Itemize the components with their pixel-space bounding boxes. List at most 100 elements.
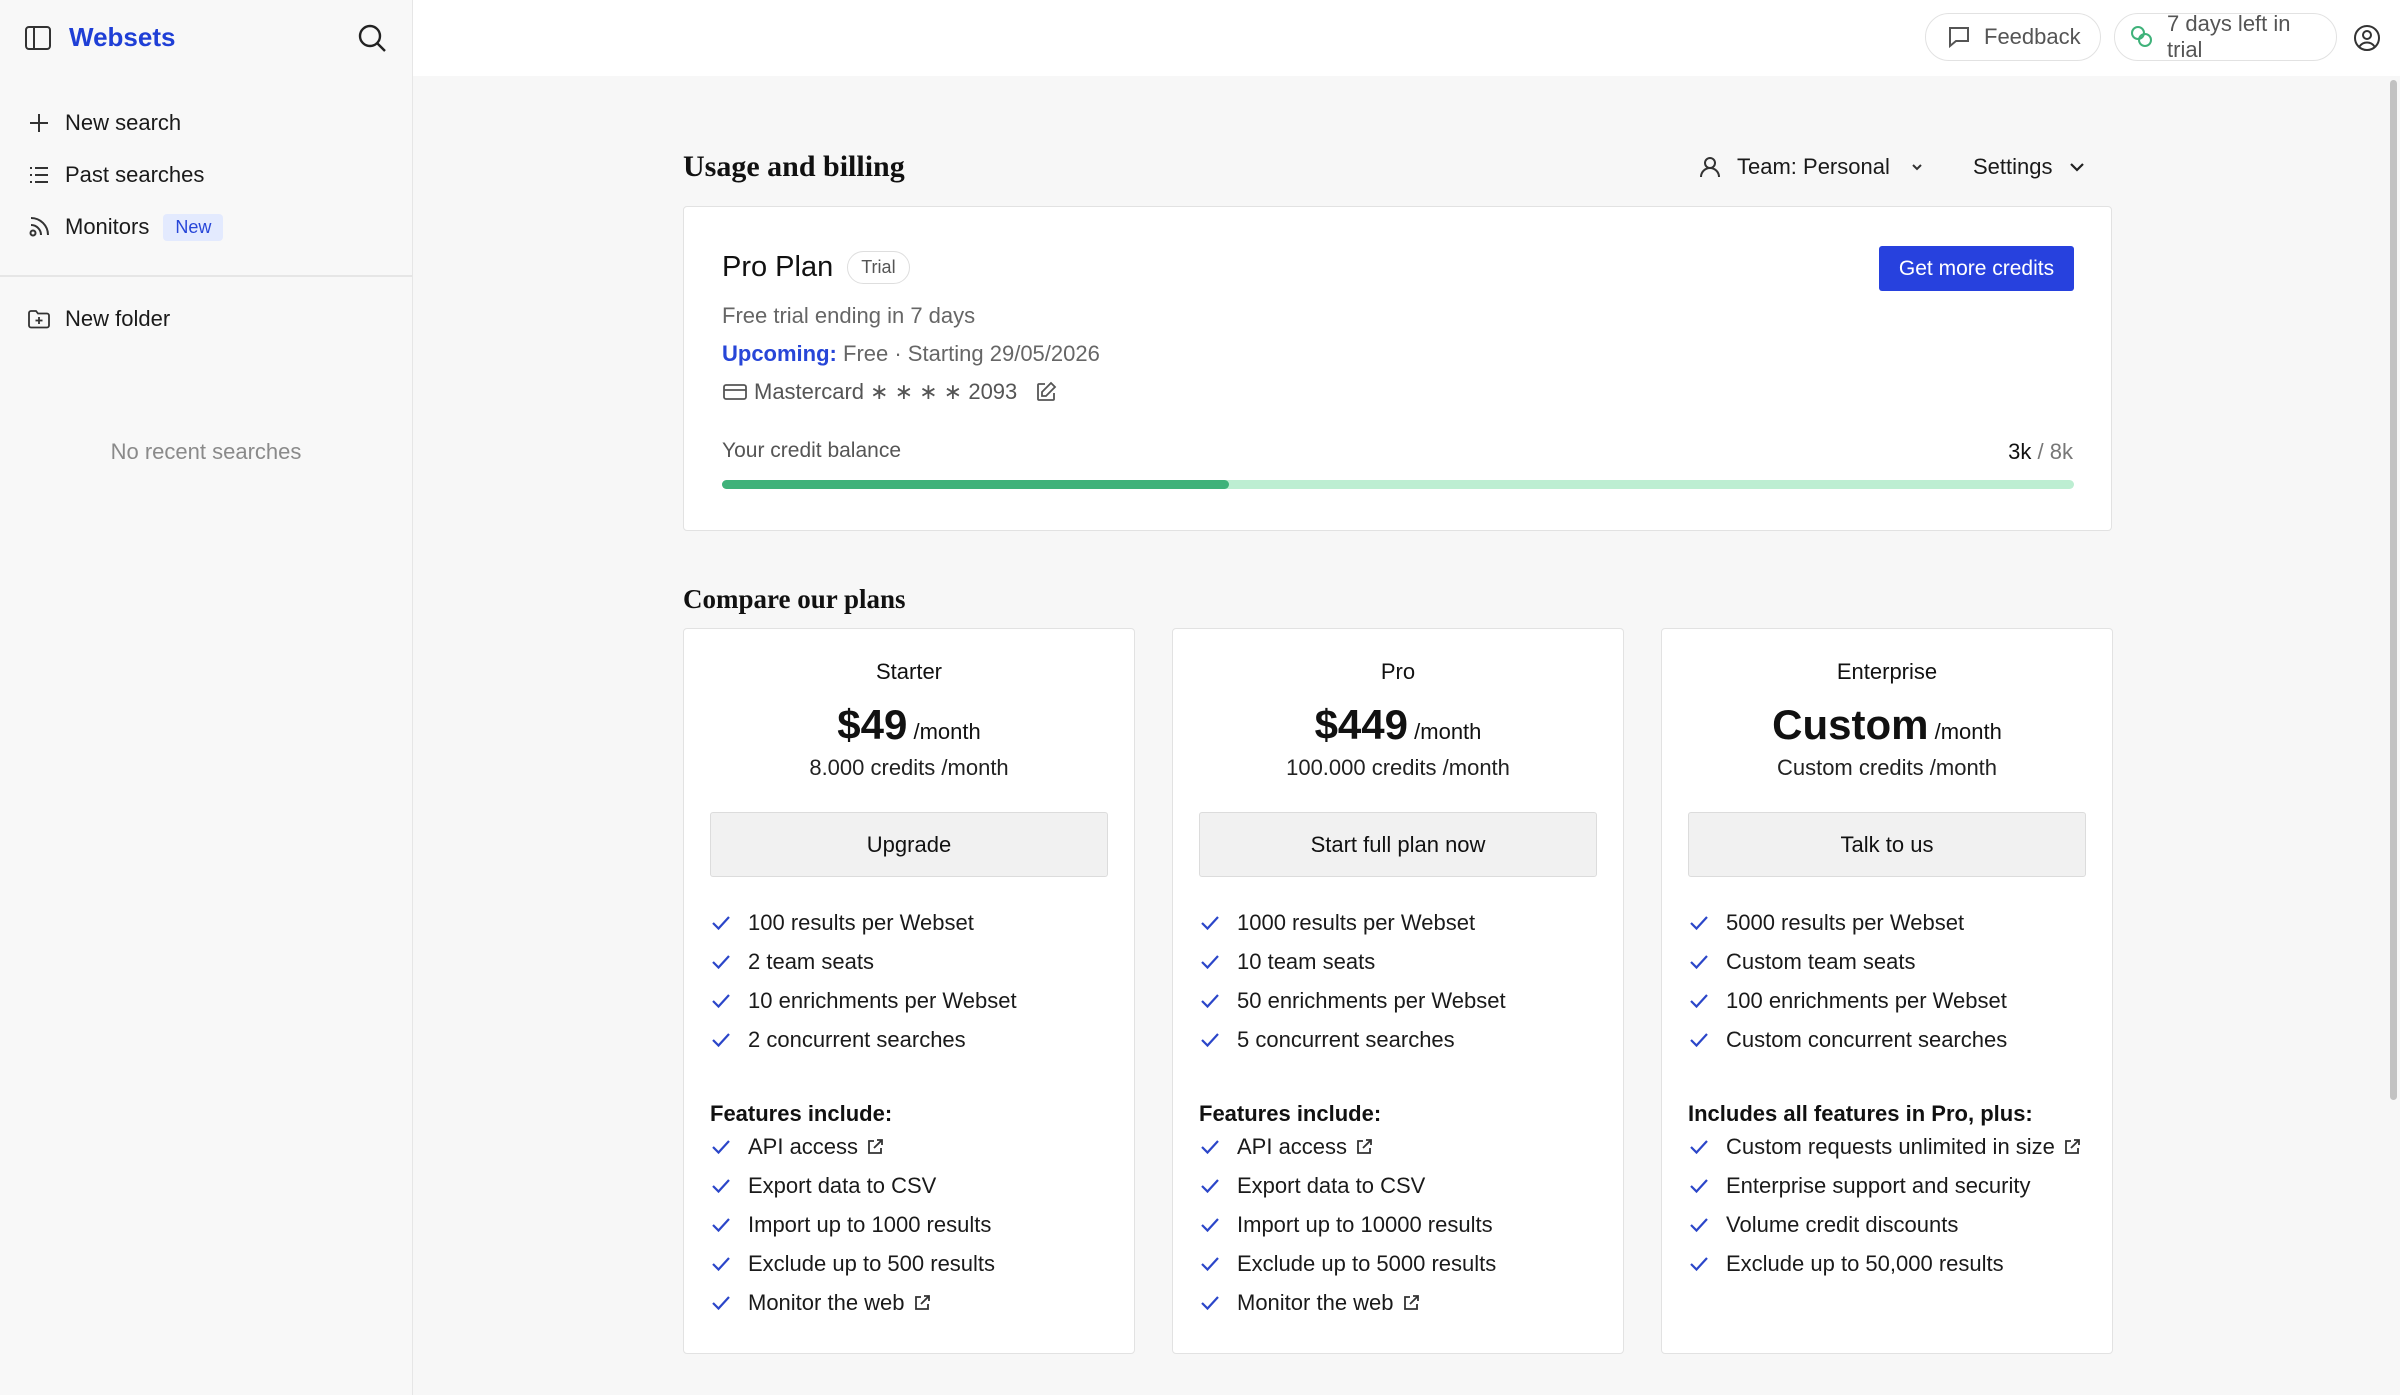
tier-limits-list: 5000 results per Webset Custom team seats…	[1688, 903, 2007, 1059]
sidebar-item-label: Monitors	[65, 214, 150, 239]
payment-method: Mastercard ∗ ∗ ∗ ∗ 2093	[722, 379, 1057, 405]
features-heading: Includes all features in Pro, plus:	[1688, 1101, 2033, 1126]
new-folder-label: New folder	[65, 305, 171, 331]
credit-balance-label: Your credit balance	[722, 439, 902, 462]
folder-plus-icon	[27, 307, 51, 331]
sidebar-item-label: New search	[65, 110, 182, 135]
limit-text: Custom team seats	[1726, 948, 1916, 974]
team-label: Team: Personal	[1737, 154, 1890, 179]
account-icon[interactable]	[2353, 24, 2381, 52]
limit-text: Custom concurrent searches	[1726, 1026, 2008, 1052]
limit-text: 1000 results per Webset	[1237, 909, 1476, 935]
check-icon	[1199, 1214, 1221, 1236]
list-item: Enterprise support and security	[1688, 1166, 2081, 1205]
sidebar-nav: New search Past searches Monitors New	[0, 77, 412, 253]
tier-features-list: Custom requests unlimited in size Enterpr…	[1688, 1127, 2081, 1283]
list-item: Export data to CSV	[1199, 1166, 1496, 1205]
sidebar-toggle-icon[interactable]	[24, 24, 52, 52]
check-icon	[1199, 1253, 1221, 1275]
empty-state-text: No recent searches	[110, 438, 302, 464]
list-item: Volume credit discounts	[1688, 1205, 2081, 1244]
tier-credits: 8.000 credits /month	[809, 755, 1009, 780]
feature-text: Export data to CSV	[1237, 1172, 1426, 1198]
plan-name: Pro Plan	[722, 251, 834, 283]
credit-balance-separator: /	[2037, 439, 2044, 464]
scrollbar-thumb[interactable]	[2390, 80, 2397, 1100]
sidebar-header: Websets	[0, 0, 412, 77]
external-link-icon[interactable]	[866, 1138, 884, 1156]
tier-price-amount: Custom	[1772, 701, 1929, 748]
feedback-button[interactable]: Feedback	[1925, 13, 2101, 61]
check-icon	[710, 1175, 732, 1197]
credit-balance-total: 8k	[2049, 439, 2073, 464]
feature-text: API access	[1237, 1133, 1348, 1159]
page-title: Usage and billing	[683, 150, 905, 183]
credit-balance-used: 3k	[2008, 439, 2032, 464]
settings-dropdown[interactable]: Settings	[1973, 154, 2087, 180]
tier-cta-button[interactable]: Start full plan now	[1199, 812, 1597, 877]
search-icon[interactable]	[356, 22, 388, 54]
check-icon	[1688, 1136, 1710, 1158]
trial-status-button[interactable]: 7 days left in trial	[2114, 11, 2337, 62]
list-item[interactable]: API access	[1199, 1127, 1496, 1166]
brand-name[interactable]: Websets	[69, 22, 175, 53]
external-link-icon[interactable]	[1355, 1138, 1373, 1156]
list-item[interactable]: Monitor the web	[1199, 1283, 1496, 1322]
tier-price: $449 /month	[1173, 701, 1623, 749]
sidebar-item-new-search[interactable]: New search	[0, 97, 412, 149]
compare-heading: Compare our plans	[683, 584, 906, 614]
check-icon	[1199, 990, 1221, 1012]
credit-progress-fill	[722, 480, 1229, 489]
limit-text: 10 team seats	[1237, 948, 1376, 974]
check-icon	[710, 912, 732, 934]
check-icon	[1199, 1029, 1221, 1051]
tier-cta-button[interactable]: Upgrade	[710, 812, 1108, 877]
edit-icon[interactable]	[1035, 381, 1057, 403]
tier-name: Starter	[875, 659, 943, 684]
tier-credits: 100.000 credits /month	[1286, 755, 1510, 780]
check-icon	[710, 1029, 732, 1051]
new-folder-button[interactable]: New folder	[0, 293, 412, 345]
user-icon	[1697, 154, 1723, 180]
tier-limits-list: 1000 results per Webset 10 team seats 50 e…	[1199, 903, 1506, 1059]
list-item: 1000 results per Webset	[1199, 903, 1506, 942]
limit-text: 50 enrichments per Webset	[1237, 987, 1506, 1013]
team-selector[interactable]: Team: Personal	[1697, 154, 1926, 180]
list-item: 10 team seats	[1199, 942, 1506, 981]
list-item[interactable]: Custom requests unlimited in size	[1688, 1127, 2081, 1166]
sidebar-item-past-searches[interactable]: Past searches	[0, 149, 412, 201]
monitor-signal-icon	[27, 215, 51, 239]
check-icon	[710, 1136, 732, 1158]
external-link-icon[interactable]	[913, 1294, 931, 1312]
tier-price: $49 /month	[684, 701, 1134, 749]
plan-card-pro: Pro $449 /month 100.000 credits /month S…	[1172, 628, 1624, 1354]
sidebar-item-monitors[interactable]: Monitors New	[0, 201, 412, 253]
get-more-credits-button[interactable]: Get more credits	[1879, 246, 2074, 291]
check-icon	[1688, 990, 1710, 1012]
tier-features-list: API access Export data to CSV Import up to…	[1199, 1127, 1496, 1322]
external-link-icon[interactable]	[2063, 1138, 2081, 1156]
payment-card-text: Mastercard ∗ ∗ ∗ ∗ 2093	[754, 379, 1018, 404]
sidebar-item-label: Past searches	[65, 162, 205, 187]
list-item: Custom concurrent searches	[1688, 1020, 2007, 1059]
feature-text: Import up to 10000 results	[1237, 1211, 1493, 1237]
limit-text: 10 enrichments per Webset	[748, 987, 1017, 1013]
list-item: 100 results per Webset	[710, 903, 1017, 942]
feature-text: API access	[748, 1133, 859, 1159]
chat-bubble-icon	[1946, 24, 1972, 50]
tier-price-amount: $449	[1314, 701, 1409, 748]
plan-card-starter: Starter $49 /month 8.000 credits /month …	[683, 628, 1135, 1354]
feedback-label: Feedback	[1984, 24, 2081, 49]
limit-text: 5 concurrent searches	[1237, 1026, 1455, 1052]
list-item[interactable]: API access	[710, 1127, 995, 1166]
tier-credits: Custom credits /month	[1776, 755, 1998, 780]
check-icon	[710, 990, 732, 1012]
list-item[interactable]: Monitor the web	[710, 1283, 995, 1322]
tier-price-period: /month	[913, 719, 981, 744]
external-link-icon[interactable]	[1402, 1294, 1420, 1312]
tier-price: Custom /month	[1662, 701, 2112, 749]
tier-cta-button[interactable]: Talk to us	[1688, 812, 2086, 877]
chevron-down-icon	[2067, 157, 2087, 177]
list-item: Custom team seats	[1688, 942, 2007, 981]
plus-icon	[27, 111, 51, 135]
